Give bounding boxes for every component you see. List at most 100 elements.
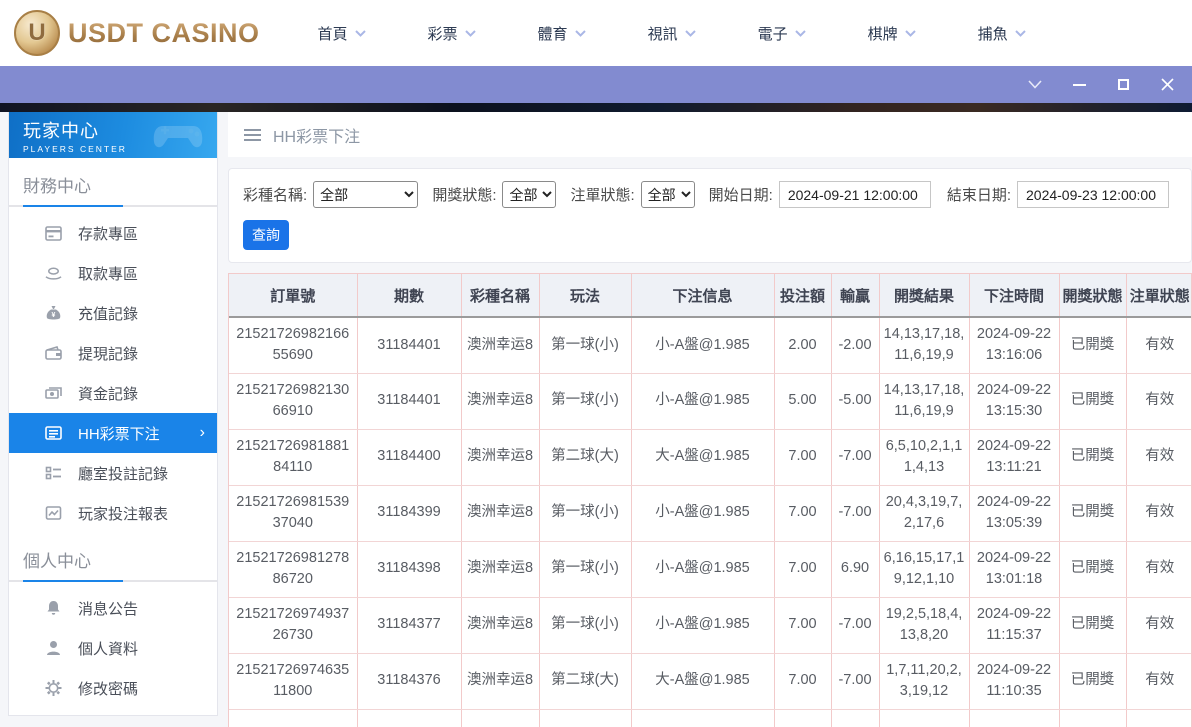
cell-period: 31184401: [357, 373, 462, 430]
deposit-card-icon: [45, 225, 62, 241]
filter-panel: 彩種名稱: 全部 開獎狀態: 全部 注單狀態: 全部 開始日期: 結束日期: 查…: [228, 168, 1192, 263]
cell-bet-time: 2024-09-22 13:16:06: [969, 317, 1060, 374]
bet-list-icon: [45, 426, 62, 440]
cell-period: 31184400: [357, 429, 462, 486]
cell-lottery-name: 澳洲幸运8: [461, 373, 540, 430]
collapse-chevron-icon[interactable]: [1026, 76, 1044, 94]
cell-bet-info: 小-A盤@1.985: [631, 317, 775, 374]
close-icon[interactable]: [1158, 76, 1176, 94]
sidebar-item-withdraw[interactable]: 取款專區: [9, 253, 217, 293]
cell-draw-result: 19,2,5,18,4,13,8,20: [879, 597, 970, 654]
cell-order-id: 2152172698188184110: [229, 429, 358, 486]
sidebar-item-player-bet-report[interactable]: 玩家投注報表: [9, 493, 217, 533]
order-status-select[interactable]: 全部: [640, 181, 695, 208]
cell-order-status: 有效: [1126, 429, 1191, 486]
nav-label: 視訊: [647, 25, 678, 43]
table-row: 2152172698188184110 31184400 澳洲幸运8 第二球(大…: [229, 429, 1191, 486]
cell-bet-time: 2024-09-22 13:11:21: [969, 429, 1060, 486]
cell-lottery-name: 澳洲幸运8: [461, 541, 540, 598]
chevron-down-icon: [464, 29, 476, 37]
start-date-label: 開始日期:: [708, 187, 773, 204]
hamburger-menu-icon[interactable]: [244, 128, 261, 141]
end-date-label: 結束日期:: [946, 187, 1011, 204]
sidebar-item-label: 個人資料: [78, 640, 139, 658]
nav-label: 電子: [757, 25, 788, 43]
sidebar-item-deposit[interactable]: 存款專區: [9, 213, 217, 253]
col-draw-status: 開獎狀態: [1059, 274, 1127, 318]
cell-period: 31184398: [357, 541, 462, 598]
col-bet-amount: 投注額: [774, 274, 832, 318]
sidebar-item-profile[interactable]: 個人資料: [9, 628, 217, 668]
cell-order-status: 有效: [1126, 653, 1191, 710]
money-bag-icon: ¥: [46, 306, 61, 320]
sidebar-item-label: 充值記錄: [78, 305, 139, 323]
sidebar-item-change-password[interactable]: 修改密碼: [9, 668, 217, 708]
cell-win-loss: -2.00: [831, 317, 880, 374]
table-row: 2152172698153937040 31184399 澳洲幸运8 第一球(小…: [229, 485, 1191, 542]
wallet-icon: [45, 346, 62, 360]
top-nav: 首頁 彩票 體育 視訊 電子 棋牌 捕魚: [318, 23, 1026, 44]
sidebar-item-label: 資金記錄: [78, 385, 139, 403]
cell-play-type: 第一球(小): [539, 541, 632, 598]
cell-bet-amount: 7.00: [774, 541, 832, 598]
cell-order-id: 2152172698127886720: [229, 541, 358, 598]
cell-order-status: 有效: [1126, 485, 1191, 542]
nav-label: 首頁: [317, 25, 348, 43]
logo[interactable]: U USDT CASINO: [14, 10, 260, 56]
cell-bet-info: 小-A盤@1.985: [631, 485, 775, 542]
sidebar-item-hall-bet-record[interactable]: 廳室投註記錄: [9, 453, 217, 493]
draw-status-label: 開獎狀態:: [432, 187, 497, 204]
sidebar-item-recharge-record[interactable]: ¥ 充值記錄: [9, 293, 217, 333]
nav-item-lottery[interactable]: 彩票: [428, 23, 476, 44]
table-row: 2152172697493726730 31184377 澳洲幸运8 第一球(小…: [229, 597, 1191, 654]
gear-icon: [45, 680, 62, 696]
nav-item-sports[interactable]: 體育: [538, 23, 586, 44]
chevron-right-icon: ›: [199, 424, 205, 441]
nav-item-home[interactable]: 首頁: [318, 23, 366, 44]
cell-bet-info: 大-A盤@1.985: [631, 429, 775, 486]
cell-play-type: 第一球(小): [539, 597, 632, 654]
section-title-personal: 個人中心: [23, 552, 91, 571]
draw-status-select[interactable]: 全部: [502, 181, 557, 208]
cell-order-status: 有效: [1126, 597, 1191, 654]
maximize-icon[interactable]: [1114, 76, 1132, 94]
nav-item-fishing[interactable]: 捕魚: [978, 23, 1026, 44]
nav-item-video[interactable]: 視訊: [648, 23, 696, 44]
withdraw-hand-icon: [45, 267, 62, 280]
chevron-down-icon: [574, 29, 586, 37]
cell-draw-status: 已開獎: [1059, 485, 1127, 542]
cell-play-type: 第二球(大): [539, 653, 632, 710]
sidebar-item-announcements[interactable]: 消息公告: [9, 588, 217, 628]
cell-period: 31184401: [357, 317, 462, 374]
start-date-input[interactable]: [778, 181, 931, 208]
main-content: HH彩票下注 彩種名稱: 全部 開獎狀態: 全部 注單狀態: 全部 開始日期: …: [228, 112, 1192, 727]
minimize-icon[interactable]: [1070, 76, 1088, 94]
cell-lottery-name: 澳洲幸运8: [461, 597, 540, 654]
checklist-icon: [45, 466, 61, 480]
gamepad-icon: [153, 126, 203, 148]
cell-play-type: 第一球(小): [539, 317, 632, 374]
sidebar-item-cashout-record[interactable]: 提現記錄: [9, 333, 217, 373]
chevron-down-icon: [904, 29, 916, 37]
sidebar-banner: 玩家中心 PLAYERS CENTER: [9, 112, 217, 158]
nav-item-slots[interactable]: 電子: [758, 23, 806, 44]
cell-bet-amount: 2.00: [774, 317, 832, 374]
table-row-partial: [229, 709, 1191, 727]
banknotes-icon: [45, 386, 62, 399]
cell-draw-result: 6,16,15,17,19,12,1,10: [879, 541, 970, 598]
cell-bet-time: 2024-09-22 13:01:18: [969, 541, 1060, 598]
nav-item-boardgames[interactable]: 棋牌: [868, 23, 916, 44]
svg-text:¥: ¥: [52, 312, 56, 319]
cell-bet-amount: 7.00: [774, 485, 832, 542]
end-date-input[interactable]: [1017, 181, 1169, 208]
cell-order-id: 2152172698213066910: [229, 373, 358, 430]
search-button[interactable]: 查詢: [243, 220, 289, 250]
section-title-agent: 代理中心: [9, 708, 217, 715]
sidebar-item-hh-lottery-bets[interactable]: HH彩票下注 ›: [9, 413, 217, 453]
lottery-name-select[interactable]: 全部: [313, 181, 419, 208]
sidebar-item-funds-record[interactable]: 資金記錄: [9, 373, 217, 413]
section-rule: [9, 205, 217, 207]
col-order-status: 注單狀態: [1126, 274, 1191, 318]
cell-period: 31184399: [357, 485, 462, 542]
top-header: U USDT CASINO 首頁 彩票 體育 視訊 電子 棋牌 捕魚: [0, 0, 1192, 66]
